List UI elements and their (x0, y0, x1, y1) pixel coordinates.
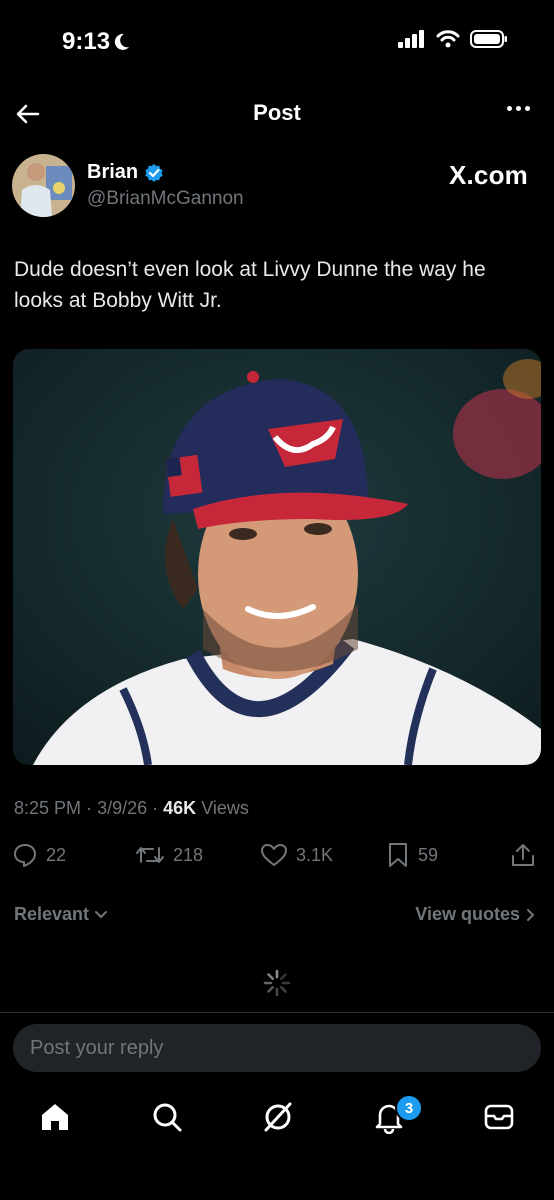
views-count[interactable]: 46K (163, 798, 196, 818)
tweet-text: Dude doesn’t even look at Livvy Dunne th… (14, 258, 486, 312)
cellular-signal-icon (398, 30, 424, 48)
reply-icon (14, 844, 36, 867)
view-quotes-link[interactable]: View quotes (415, 904, 536, 925)
status-indicators (398, 30, 508, 48)
repost-count: 218 (173, 844, 204, 865)
reply-input[interactable]: Post your reply (13, 1024, 541, 1072)
more-options-icon[interactable] (507, 106, 530, 111)
avatar-image (12, 154, 75, 217)
author-name[interactable]: Brian (87, 161, 164, 184)
sort-replies-dropdown[interactable]: Relevant (14, 904, 108, 925)
grok-icon[interactable] (261, 1100, 295, 1134)
avatar[interactable] (12, 154, 75, 217)
chevron-down-icon (95, 910, 108, 918)
page-title: Post (253, 100, 301, 125)
bookmark-count: 59 (418, 844, 439, 865)
sort-label: Relevant (14, 904, 90, 924)
repost-icon (136, 847, 164, 863)
messages-icon[interactable] (482, 1100, 516, 1134)
reply-placeholder: Post your reply (30, 1037, 164, 1059)
notifications-badge: 3 (395, 1094, 423, 1122)
tweet-meta: 8:25 PM · 3/9/26 · 46K Views (14, 798, 249, 819)
reply-count: 22 (46, 844, 67, 865)
search-icon[interactable] (150, 1100, 184, 1134)
share-icon (512, 844, 534, 866)
like-count: 3.1K (296, 844, 334, 865)
battery-icon (470, 30, 507, 48)
share-button[interactable] (510, 842, 536, 868)
heart-icon (261, 844, 287, 866)
status-time-text: 9:13 (62, 28, 111, 55)
view-quotes-label: View quotes (415, 904, 520, 924)
divider (0, 1012, 554, 1013)
loading-spinner-icon (263, 969, 291, 997)
bookmark-button[interactable]: 59 (386, 842, 438, 868)
home-icon[interactable] (38, 1100, 72, 1134)
tweet-media-image[interactable] (13, 349, 541, 765)
tweet-time: 8:25 PM (14, 798, 82, 818)
reply-button[interactable]: 22 (12, 842, 66, 868)
repost-button[interactable]: 218 (135, 842, 203, 868)
meta-separator: · (86, 798, 93, 818)
tweet-date: 3/9/26 (97, 798, 148, 818)
moon-icon (114, 33, 130, 50)
meta-separator: · (152, 798, 159, 818)
author-name-text: Brian (87, 161, 139, 183)
author-handle[interactable]: @BrianMcGannon (87, 188, 244, 210)
wifi-icon (436, 30, 460, 48)
chevron-right-icon (527, 908, 535, 921)
verified-badge-icon (145, 163, 163, 182)
views-label[interactable]: Views (201, 798, 249, 818)
tweet-actions: 22 218 3.1K 59 (12, 842, 542, 874)
bookmark-icon (389, 843, 407, 867)
photo-baseball-player (13, 349, 541, 765)
x-com-watermark: X.com (448, 160, 528, 190)
like-button[interactable]: 3.1K (260, 842, 333, 868)
status-time: 9:13 (62, 28, 130, 56)
